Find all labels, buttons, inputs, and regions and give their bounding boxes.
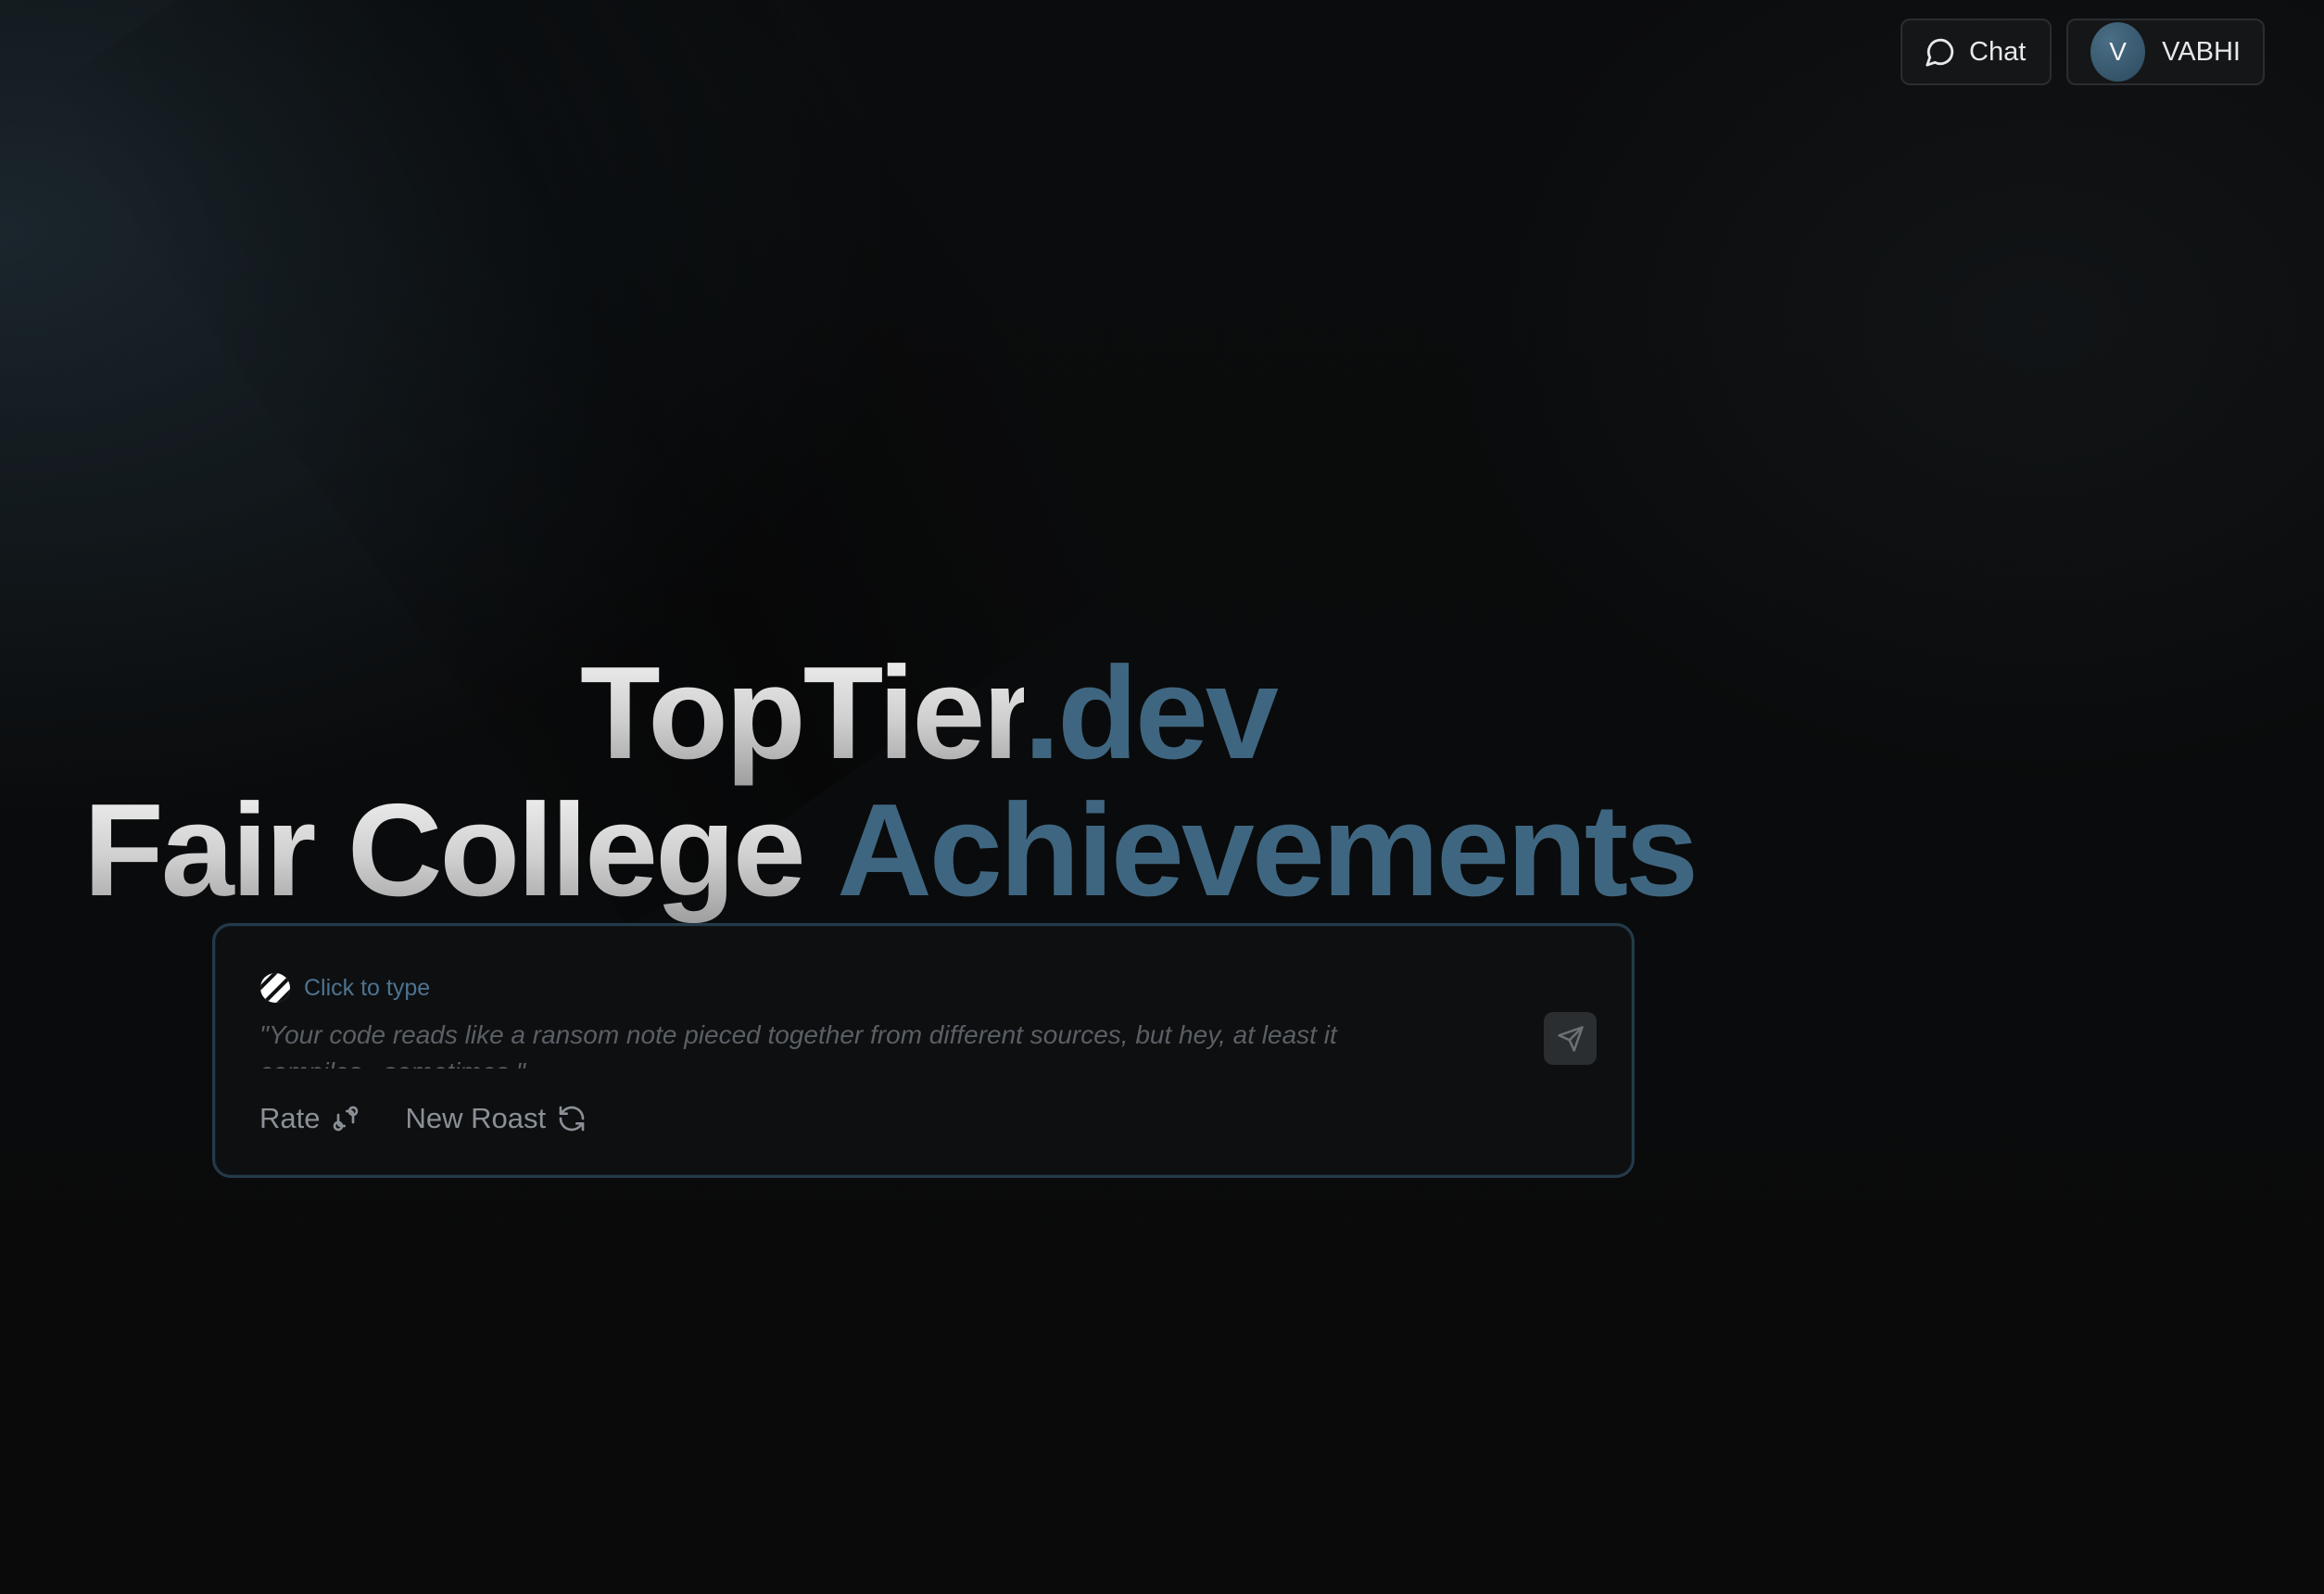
card-actions: Rate New Roast [259,1102,587,1135]
send-icon [1557,1025,1584,1052]
top-nav: Chat V VABHI [1901,19,2265,85]
send-button[interactable] [1544,1012,1597,1065]
roast-text-input[interactable]: "Your code reads like a ransom note piec… [259,1017,1464,1069]
refresh-icon [559,1106,585,1132]
git-compare-icon [334,1106,359,1132]
new-roast-label: New Roast [405,1102,547,1134]
headline-line-1: TopTier.dev [580,639,1279,788]
brand-name: TopTier [580,639,1027,787]
chat-label: Chat [1969,36,2027,67]
avatar: V [2090,22,2146,82]
click-to-type-hint[interactable]: Click to type [304,975,430,1002]
new-roast-button[interactable]: New Roast [405,1102,587,1135]
chat-button[interactable]: Chat [1901,19,2052,85]
rate-button[interactable]: Rate [259,1102,360,1135]
striped-logo-icon [259,972,291,1004]
rate-label: Rate [259,1102,321,1134]
card-header: Click to type [259,972,430,1004]
headline-accent-text: Achievements [837,777,1699,924]
headline-main-text: Fair College [83,777,806,924]
page: Chat V VABHI TopTier.dev Fair College Ac… [0,0,2324,1594]
headline-line-2: Fair College Achievements [83,777,1699,925]
user-name: VABHI [2162,36,2241,67]
chat-bubble-icon [1925,36,1956,68]
user-menu-button[interactable]: V VABHI [2066,19,2265,85]
roast-card: Click to type "Your code reads like a ra… [212,923,1635,1178]
brand-domain: .dev [1023,639,1279,787]
